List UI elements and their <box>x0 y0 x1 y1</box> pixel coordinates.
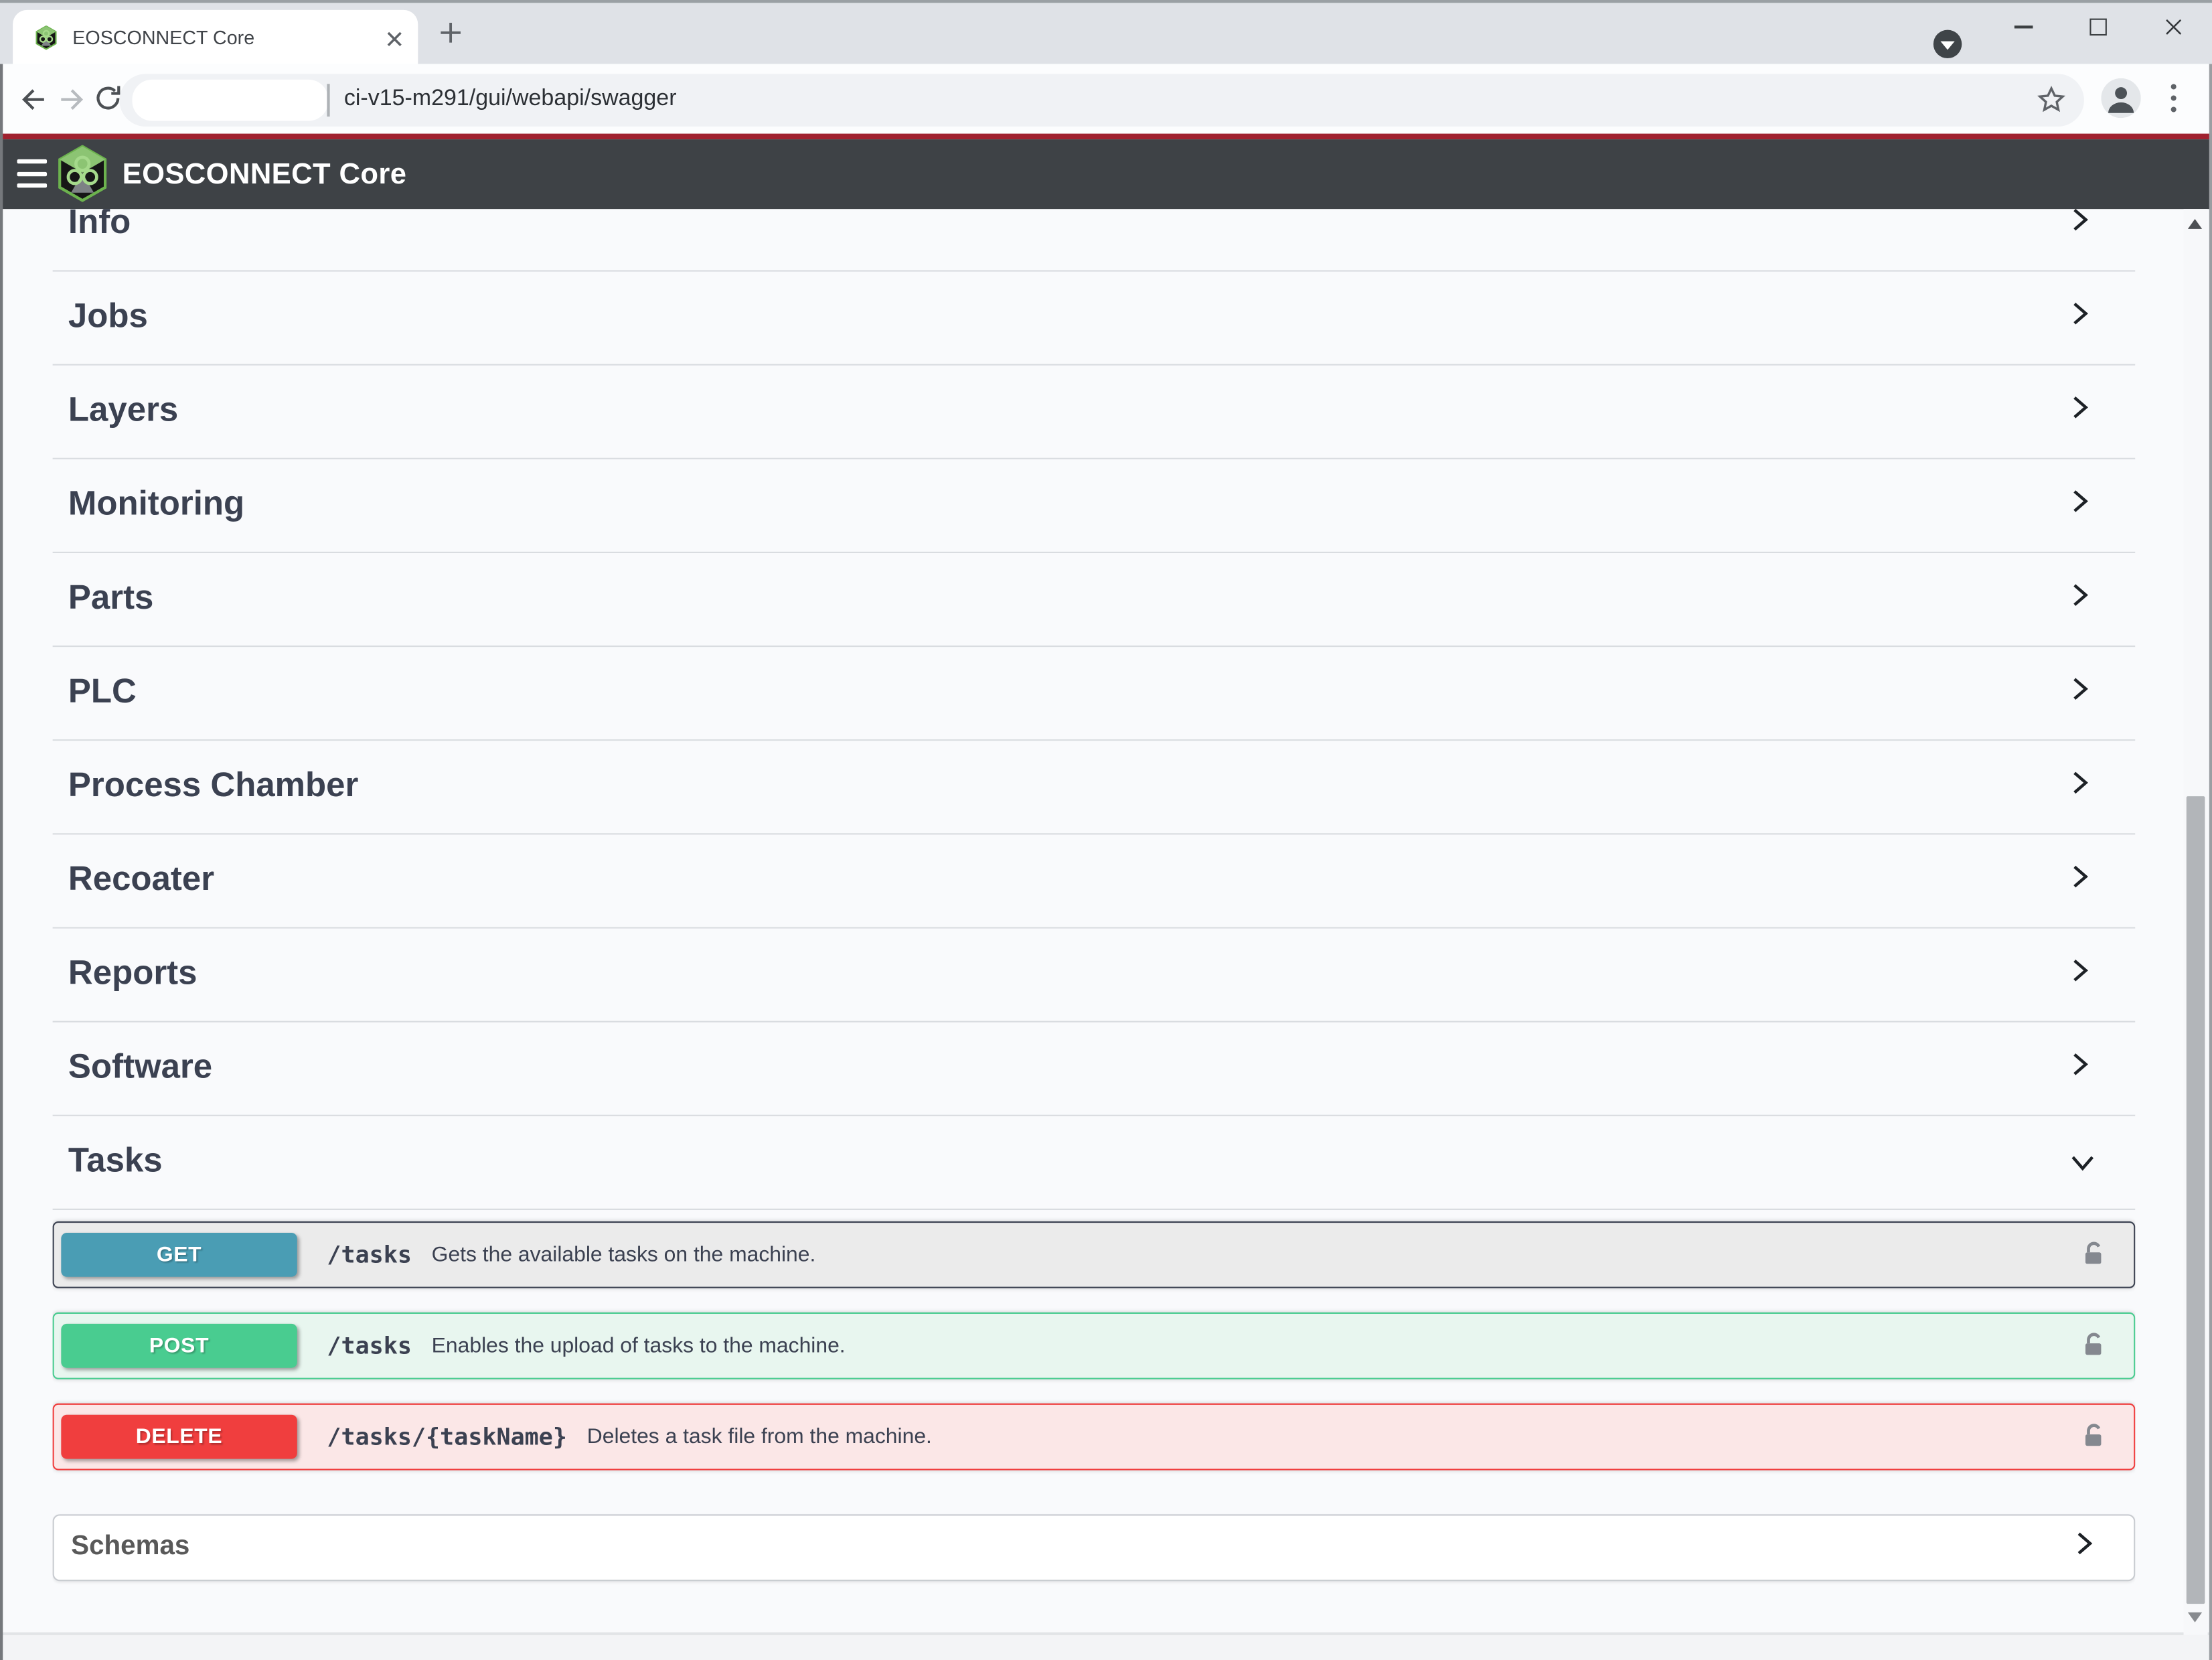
app-header: EOSCONNECT Core <box>0 139 2212 209</box>
api-section-monitoring[interactable]: Monitoring <box>53 459 2136 552</box>
section-title: Reports <box>68 954 2065 994</box>
scroll-up-icon[interactable] <box>2188 219 2202 229</box>
api-section-parts[interactable]: Parts <box>53 552 2136 646</box>
scroll-down-icon[interactable] <box>2188 1612 2202 1623</box>
chevron-right-icon <box>2065 863 2092 897</box>
section-title: Jobs <box>68 297 2065 337</box>
browser-menu-icon[interactable] <box>2169 82 2178 114</box>
tab-search-button[interactable] <box>1933 30 1962 58</box>
api-section-process-chamber[interactable]: Process Chamber <box>53 741 2136 834</box>
window-close-button[interactable] <box>2152 9 2195 46</box>
window-edge <box>0 64 3 1660</box>
new-tab-button[interactable] <box>430 13 470 52</box>
section-title: Info <box>68 210 2065 244</box>
chevron-right-icon <box>2065 957 2092 991</box>
chevron-right-icon <box>2065 582 2092 616</box>
api-section-jobs[interactable]: Jobs <box>53 271 2136 365</box>
caret-down-icon <box>1940 42 1954 50</box>
url-text[interactable]: ci-v15-m291/gui/webapi/swagger <box>344 86 677 111</box>
close-icon <box>2165 19 2182 35</box>
chevron-right-icon <box>2070 1530 2097 1564</box>
profile-avatar[interactable] <box>2101 78 2140 118</box>
operation-get[interactable]: GET/tasks Gets the available tasks on the… <box>53 1221 2136 1288</box>
operation-post[interactable]: POST/tasks Enables the upload of tasks to… <box>53 1312 2136 1379</box>
api-section-plc[interactable]: PLC <box>53 646 2136 740</box>
chevron-right-icon <box>2065 394 2092 429</box>
api-section-reports[interactable]: Reports <box>53 928 2136 1022</box>
schemas-title: Schemas <box>71 1531 2069 1563</box>
window-edge <box>0 0 2212 2</box>
chevron-right-icon <box>2065 210 2092 241</box>
horizontal-scrollbar-track[interactable] <box>0 1633 2212 1660</box>
auth-unlock-icon[interactable] <box>2081 1331 2106 1361</box>
operation-description: Deletes a task file from the machine. <box>587 1424 932 1448</box>
tab-close-icon[interactable] <box>387 28 402 44</box>
operation-description: Gets the available tasks on the machine. <box>432 1242 816 1266</box>
operation-path: /tasks <box>327 1332 412 1359</box>
method-badge[interactable]: DELETE <box>61 1414 297 1458</box>
maximize-icon <box>2089 19 2106 35</box>
window-maximize-button[interactable] <box>2077 9 2120 46</box>
eos-favicon-icon <box>34 25 58 50</box>
operations-list: GET/tasks Gets the available tasks on the… <box>53 1221 2136 1470</box>
tab-strip: EOSCONNECT Core <box>0 0 2212 64</box>
section-title: Layers <box>68 391 2065 431</box>
auth-unlock-icon[interactable] <box>2081 1239 2106 1270</box>
browser-toolbar: ci-v15-m291/gui/webapi/swagger <box>0 64 2212 134</box>
url-separator <box>327 83 329 116</box>
api-section-tasks[interactable]: Tasks <box>53 1116 2136 1209</box>
chevron-right-icon <box>2065 769 2092 804</box>
forward-icon[interactable] <box>57 84 88 115</box>
menu-icon[interactable] <box>17 159 47 187</box>
section-title: PLC <box>68 673 2065 712</box>
swagger-content: Info Jobs Layers Monitoring Parts PLC Process … <box>53 210 2136 1632</box>
method-badge[interactable]: GET <box>61 1232 297 1276</box>
window-minimize-button[interactable] <box>2002 9 2045 46</box>
operation-path: /tasks <box>327 1241 412 1268</box>
section-title: Process Chamber <box>68 767 2065 806</box>
section-title: Recoater <box>68 860 2065 900</box>
minimize-icon <box>2014 26 2033 28</box>
operation-delete[interactable]: DELETE/tasks/{taskName} Deletes a task fi… <box>53 1403 2136 1470</box>
browser-window: EOSCONNECT Core ci-v15-m291/gui/webap <box>0 0 2212 1660</box>
method-badge[interactable]: POST <box>61 1323 297 1367</box>
operation-description: Enables the upload of tasks to the machi… <box>432 1333 846 1357</box>
api-section-list: Info Jobs Layers Monitoring Parts PLC Process … <box>53 210 2136 1470</box>
schemas-section[interactable]: Schemas <box>53 1514 2136 1581</box>
bookmark-star-icon[interactable] <box>2037 84 2065 112</box>
section-title: Parts <box>68 579 2065 619</box>
section-title: Tasks <box>68 1142 2065 1181</box>
chevron-right-icon <box>2065 488 2092 522</box>
accent-divider <box>0 134 2212 139</box>
api-section-info[interactable]: Info <box>53 210 2136 271</box>
chevron-right-icon <box>2065 300 2092 334</box>
scrollbar-thumb[interactable] <box>2187 796 2205 1604</box>
address-bar[interactable]: ci-v15-m291/gui/webapi/swagger <box>119 73 2084 126</box>
api-section-recoater[interactable]: Recoater <box>53 834 2136 928</box>
operation-path: /tasks/{taskName} <box>327 1423 567 1450</box>
api-section-software[interactable]: Software <box>53 1022 2136 1116</box>
chevron-down-icon <box>2062 1148 2096 1175</box>
chevron-right-icon <box>2065 1051 2092 1085</box>
auth-unlock-icon[interactable] <box>2081 1422 2106 1452</box>
chevron-right-icon <box>2065 676 2092 710</box>
tab-title: EOSCONNECT Core <box>72 27 364 48</box>
vertical-scrollbar[interactable] <box>2184 210 2208 1635</box>
browser-tab[interactable]: EOSCONNECT Core <box>13 10 418 64</box>
eos-logo-icon <box>58 145 106 202</box>
section-title: Monitoring <box>68 485 2065 524</box>
redacted-url-host <box>132 79 328 121</box>
app-title: EOSCONNECT Core <box>123 157 407 192</box>
api-section-layers[interactable]: Layers <box>53 365 2136 459</box>
section-title: Software <box>68 1048 2065 1087</box>
back-icon[interactable] <box>17 84 48 115</box>
window-edge <box>2209 64 2212 1660</box>
